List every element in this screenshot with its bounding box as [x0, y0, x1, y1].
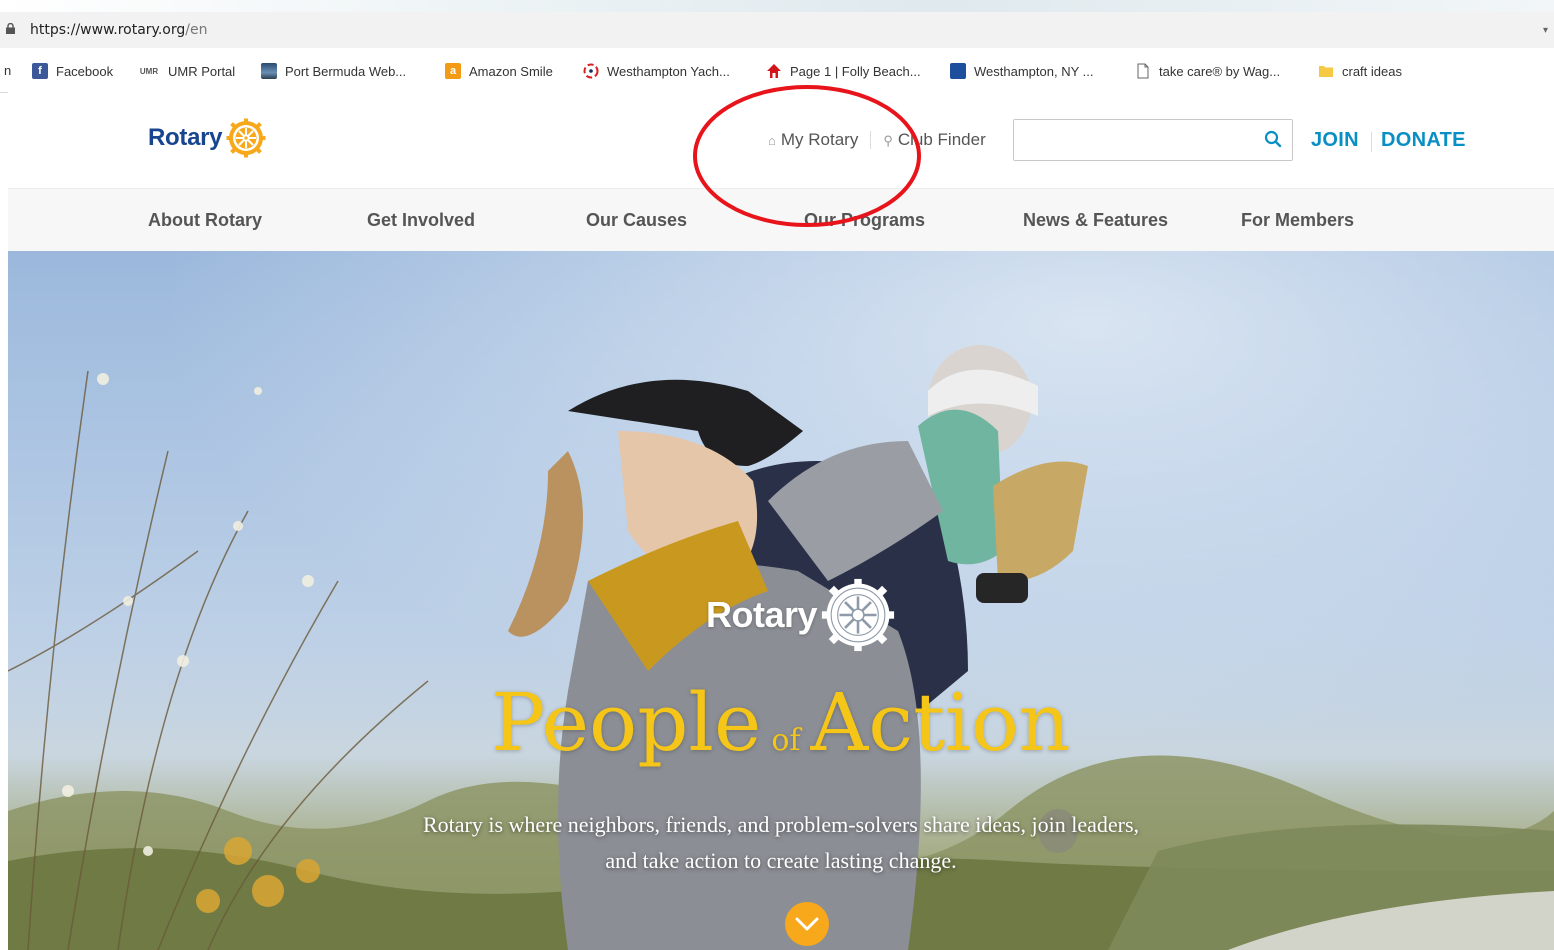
bookmark-umr-portal[interactable]: UMR UMR Portal	[139, 61, 235, 81]
hero-logo-text: Rotary	[706, 594, 818, 635]
site-header: Rotary ⌂ My Rotary ⚲ Club Finder JOIN DO…	[8, 92, 1554, 189]
bookmark-label: Page 1 | Folly Beach...	[790, 63, 921, 79]
club-finder-link[interactable]: ⚲ Club Finder	[883, 130, 985, 150]
divider	[1371, 132, 1372, 152]
headline-word: People	[491, 676, 762, 769]
hero-tagline: Rotary is where neighbors, friends, and …	[8, 807, 1554, 879]
hero-banner: Rotary People of Action Rotary is where …	[8, 251, 1554, 950]
headline-word: Action	[810, 676, 1071, 769]
nav-about-rotary[interactable]: About Rotary	[148, 210, 262, 231]
house-icon	[767, 64, 781, 78]
map-pin-icon: ⚲	[883, 133, 893, 148]
scroll-down-button[interactable]	[785, 902, 829, 946]
bookmark-cut-off: n	[4, 63, 12, 78]
chevron-down-icon	[795, 917, 819, 931]
nav-our-causes[interactable]: Our Causes	[586, 210, 687, 231]
my-rotary-link[interactable]: ⌂ My Rotary	[768, 130, 858, 150]
nav-our-programs[interactable]: Our Programs	[804, 210, 925, 231]
amazon-icon: a	[445, 63, 461, 79]
divider	[870, 131, 872, 149]
rotary-wheel-icon	[821, 578, 895, 652]
page-icon	[1137, 63, 1149, 79]
bookmark-facebook[interactable]: f Facebook	[32, 61, 113, 81]
bookmark-amazon-smile[interactable]: a Amazon Smile	[445, 61, 553, 81]
bookmark-folly-beach[interactable]: Page 1 | Folly Beach...	[766, 61, 921, 81]
bookmark-label: Westhampton Yach...	[607, 63, 730, 79]
rotary-wheel-icon	[226, 118, 266, 158]
search-icon[interactable]	[1264, 130, 1282, 148]
bookmark-port-bermuda[interactable]: Port Bermuda Web...	[261, 61, 406, 81]
window-top-strip	[0, 0, 1554, 12]
tagline-line: Rotary is where neighbors, friends, and …	[422, 812, 1140, 837]
bookmark-westhampton-ny[interactable]: Westhampton, NY ...	[950, 61, 1093, 81]
tagline-line: and take action to create lasting change…	[605, 848, 957, 873]
url-text[interactable]: https://www.rotary.org/en	[30, 22, 207, 38]
bookmark-label: Facebook	[56, 63, 114, 79]
home-icon: ⌂	[768, 133, 776, 148]
hero-headline: People of Action	[8, 676, 1554, 769]
rotary-logo[interactable]: Rotary	[148, 118, 266, 158]
weather-channel-icon	[950, 63, 966, 79]
headline-of: of	[771, 723, 801, 758]
nav-get-involved[interactable]: Get Involved	[367, 210, 475, 231]
nav-news-features[interactable]: News & Features	[1023, 210, 1168, 231]
address-bar[interactable]: https://www.rotary.org/en ▾	[0, 12, 1554, 49]
my-rotary-label: My Rotary	[780, 130, 859, 149]
folder-icon	[1319, 66, 1333, 77]
site-thumbnail-icon	[261, 63, 277, 79]
facebook-icon: f	[32, 63, 48, 79]
bookmark-label: Westhampton, NY ...	[974, 63, 1094, 79]
bookmark-label: craft ideas	[1342, 63, 1402, 79]
search-input[interactable]	[1020, 121, 1254, 159]
lock-icon	[6, 23, 15, 34]
bookmark-label: UMR Portal	[168, 63, 236, 79]
bookmark-label: Port Bermuda Web...	[285, 63, 407, 79]
primary-nav: About Rotary Get Involved Our Causes Our…	[8, 189, 1554, 252]
utility-links: ⌂ My Rotary ⚲ Club Finder	[768, 130, 986, 150]
club-finder-label: Club Finder	[897, 130, 986, 149]
bookmark-westhampton-yacht[interactable]: Westhampton Yach...	[583, 61, 730, 81]
bookmark-take-care[interactable]: take care® by Wag...	[1135, 61, 1280, 81]
bookmark-craft-ideas[interactable]: craft ideas	[1318, 61, 1402, 81]
nav-for-members[interactable]: For Members	[1241, 210, 1354, 231]
bookmark-label: take care® by Wag...	[1159, 63, 1281, 79]
donate-button[interactable]: DONATE	[1381, 129, 1466, 152]
logo-text: Rotary	[148, 124, 223, 151]
umr-icon: UMR	[139, 66, 159, 76]
hero-rotary-logo: Rotary	[706, 578, 895, 652]
join-button[interactable]: JOIN	[1311, 129, 1359, 152]
bookmark-label: Amazon Smile	[469, 63, 553, 79]
yacht-club-icon	[583, 63, 599, 79]
search-box	[1013, 119, 1293, 161]
bookmarks-bar: n f Facebook UMR UMR Portal Port Bermuda…	[0, 48, 1554, 93]
chevron-down-icon[interactable]: ▾	[1543, 25, 1548, 36]
